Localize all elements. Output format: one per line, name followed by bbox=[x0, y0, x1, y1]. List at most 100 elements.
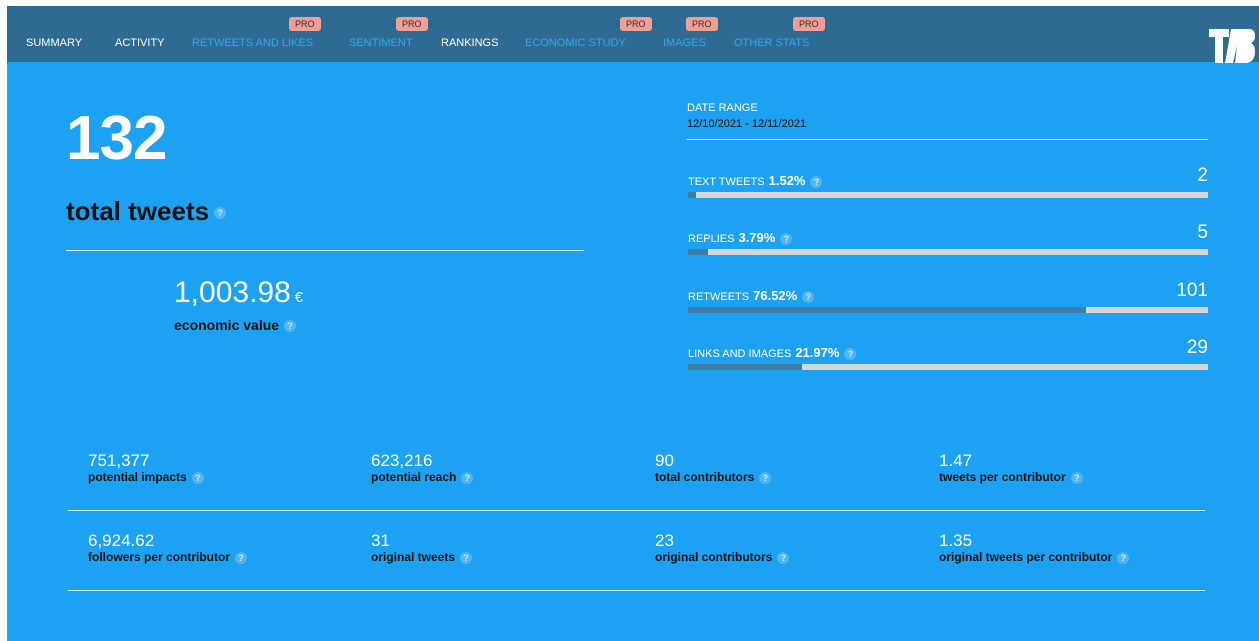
metric-label: total contributors? bbox=[655, 469, 772, 484]
metric-value: 623,216 bbox=[371, 451, 433, 470]
breakdown-bar-fill bbox=[688, 307, 1086, 313]
metric-value: 1.47 bbox=[939, 451, 973, 470]
economic-value-number: 1,003.98 bbox=[174, 276, 291, 309]
pro-badge: PRO bbox=[686, 17, 718, 31]
metric-label: potential impacts? bbox=[88, 470, 204, 484]
breakdown-count: 101 bbox=[1176, 280, 1208, 301]
breakdown-row-retweets: RETWEETS 76.52%? 101 bbox=[688, 280, 1208, 328]
metric-label: original tweets per contributor? bbox=[939, 550, 1130, 564]
metric-label-text: potential impacts bbox=[88, 469, 187, 484]
metric-original-contributors: 23 original contributors? bbox=[655, 531, 790, 564]
breakdown-percent: 3.79% bbox=[738, 230, 776, 245]
date-range-divider bbox=[687, 139, 1208, 140]
date-range-title: DATE RANGE bbox=[687, 102, 758, 114]
help-icon[interactable]: ? bbox=[777, 551, 790, 564]
metric-label-text: followers per contributor bbox=[88, 549, 231, 564]
metric-value: 6,924.62 bbox=[88, 531, 155, 550]
tab-summary[interactable]: SUMMARY bbox=[26, 37, 82, 49]
breakdown-label-text: TEXT TWEETS bbox=[688, 176, 765, 188]
help-icon[interactable]: ? bbox=[460, 551, 473, 564]
metric-value: 31 bbox=[371, 531, 390, 550]
breakdown-bar-fill bbox=[688, 364, 803, 370]
breakdown-bar-track bbox=[688, 249, 1208, 255]
economic-value: 1,003.98 € bbox=[174, 276, 303, 310]
tab-economic-study[interactable]: ECONOMIC STUDY bbox=[525, 37, 626, 49]
breakdown-label: LINKS AND IMAGES 21.97%? bbox=[688, 345, 857, 361]
breakdown-percent: 21.97% bbox=[795, 345, 840, 360]
breakdown-bar-track bbox=[688, 192, 1208, 198]
breakdown-percent: 76.52% bbox=[753, 288, 798, 303]
help-icon[interactable]: ? bbox=[844, 348, 857, 361]
economic-value-text: economic value bbox=[174, 317, 280, 333]
help-icon[interactable]: ? bbox=[214, 207, 227, 220]
breakdown-row-replies: REPLIES 3.79%? 5 bbox=[688, 222, 1208, 270]
tb-logo-icon[interactable] bbox=[1209, 19, 1255, 63]
metric-value: 1.35 bbox=[939, 531, 973, 550]
help-icon[interactable]: ? bbox=[802, 291, 815, 304]
help-icon[interactable]: ? bbox=[1070, 471, 1083, 484]
total-tweets-text: total tweets bbox=[66, 196, 210, 226]
metric-followers-per-contributor: 6,924.62 followers per contributor? bbox=[88, 531, 248, 564]
metric-label: followers per contributor? bbox=[88, 549, 248, 564]
breakdown-label: REPLIES 3.79%? bbox=[688, 230, 793, 246]
currency-symbol: € bbox=[294, 289, 304, 306]
breakdown-label-text: REPLIES bbox=[688, 233, 735, 245]
metric-potential-impacts: 751,377 potential impacts? bbox=[88, 452, 204, 484]
pro-badge: PRO bbox=[396, 17, 428, 31]
pro-badge: PRO bbox=[289, 17, 321, 31]
help-icon[interactable]: ? bbox=[759, 471, 772, 484]
help-icon[interactable]: ? bbox=[1117, 551, 1130, 564]
metric-label: original tweets? bbox=[371, 549, 473, 564]
total-tweets-label: total tweets? bbox=[66, 196, 227, 227]
metric-label: tweets per contributor? bbox=[939, 470, 1083, 484]
top-nav: SUMMARY ACTIVITY RETWEETS AND LIKES PRO … bbox=[7, 6, 1259, 63]
total-tweets-count: 132 bbox=[66, 104, 167, 173]
breakdown-row-text-tweets: TEXT TWEETS 1.52%? 2 bbox=[688, 165, 1208, 213]
report-frame: SUMMARY ACTIVITY RETWEETS AND LIKES PRO … bbox=[7, 6, 1259, 641]
summary-divider bbox=[66, 250, 584, 251]
metric-label-text: total contributors bbox=[655, 469, 755, 484]
breakdown-count: 29 bbox=[1186, 337, 1208, 358]
metric-original-tweets: 31 original tweets? bbox=[371, 531, 473, 564]
breakdown-bar-fill bbox=[688, 192, 696, 198]
tab-rankings[interactable]: RANKINGS bbox=[441, 37, 498, 49]
pro-badge: PRO bbox=[793, 17, 825, 31]
breakdown-percent: 1.52% bbox=[768, 173, 806, 188]
metric-value: 90 bbox=[655, 451, 674, 470]
breakdown-bar-fill bbox=[688, 249, 708, 255]
metrics-divider bbox=[68, 510, 1205, 511]
help-icon[interactable]: ? bbox=[284, 320, 297, 333]
help-icon[interactable]: ? bbox=[235, 551, 248, 564]
metric-value: 23 bbox=[655, 531, 674, 550]
metric-label: original contributors? bbox=[655, 549, 790, 564]
metric-label-text: original tweets bbox=[371, 549, 456, 564]
breakdown-label: RETWEETS 76.52%? bbox=[688, 288, 815, 304]
help-icon[interactable]: ? bbox=[810, 176, 823, 189]
metric-total-contributors: 90 total contributors? bbox=[655, 451, 772, 484]
help-icon[interactable]: ? bbox=[191, 471, 204, 484]
tab-images[interactable]: IMAGES bbox=[663, 37, 706, 49]
metric-label: potential reach? bbox=[371, 469, 474, 484]
help-icon[interactable]: ? bbox=[461, 471, 474, 484]
tab-sentiment[interactable]: SENTIMENT bbox=[349, 37, 413, 49]
metric-label-text: tweets per contributor bbox=[939, 469, 1066, 484]
breakdown-bar-track bbox=[688, 307, 1208, 313]
breakdown-row-links-and-images: LINKS AND IMAGES 21.97%? 29 bbox=[688, 337, 1208, 385]
metrics-divider bbox=[68, 590, 1205, 591]
tab-activity[interactable]: ACTIVITY bbox=[115, 37, 165, 49]
breakdown-label-text: LINKS AND IMAGES bbox=[688, 348, 792, 360]
metric-potential-reach: 623,216 potential reach? bbox=[371, 451, 474, 484]
tab-other-stats[interactable]: OTHER STATS bbox=[734, 37, 809, 49]
date-range-value: 12/10/2021 - 12/11/2021 bbox=[687, 118, 807, 130]
help-icon[interactable]: ? bbox=[780, 233, 793, 246]
breakdown-count: 2 bbox=[1197, 165, 1208, 186]
breakdown-count: 5 bbox=[1197, 222, 1208, 243]
metric-label-text: original contributors bbox=[655, 549, 773, 564]
tab-retweets-and-likes[interactable]: RETWEETS AND LIKES bbox=[192, 37, 313, 49]
metric-label-text: potential reach bbox=[371, 469, 457, 484]
economic-value-label: economic value? bbox=[174, 317, 297, 333]
pro-badge: PRO bbox=[620, 17, 652, 31]
breakdown-bar-track bbox=[688, 364, 1208, 370]
breakdown-label: TEXT TWEETS 1.52%? bbox=[688, 173, 823, 189]
metric-tweets-per-contributor: 1.47 tweets per contributor? bbox=[939, 452, 1083, 484]
